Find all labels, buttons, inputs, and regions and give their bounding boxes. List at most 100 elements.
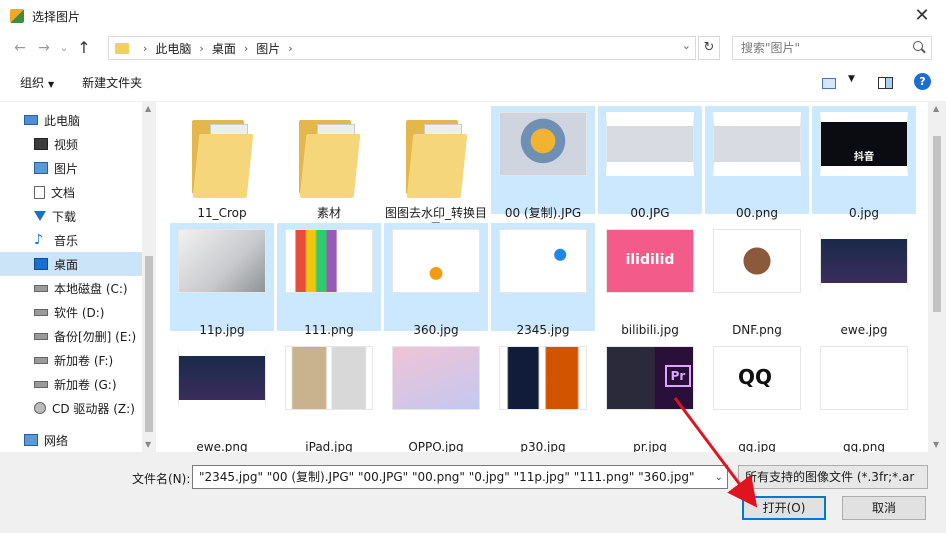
view-dropdown-icon[interactable]: ▼ <box>848 74 855 84</box>
search-icon[interactable] <box>913 41 923 51</box>
sidebar-item[interactable]: 文档 <box>0 180 142 204</box>
drive-icon <box>34 356 48 364</box>
file-name-label: 11p.jpg <box>199 323 245 337</box>
sidebar-item[interactable]: 视频 <box>0 132 142 156</box>
sidebar-item[interactable]: 新加卷 (G:) <box>0 372 142 396</box>
file-item[interactable]: 00.png <box>705 106 809 220</box>
breadcrumb-desktop[interactable]: 桌面 <box>212 40 236 57</box>
file-name-label: iPad.jpg <box>305 440 353 452</box>
file-item[interactable]: 111.png <box>277 223 381 337</box>
folder-item[interactable]: 素材 <box>277 106 381 220</box>
caret-down-icon: ▼ <box>48 80 55 89</box>
close-button[interactable]: ✕ <box>908 4 936 28</box>
file-item[interactable]: ewe.png <box>170 340 274 452</box>
file-name-label: 00 (复制).JPG <box>504 206 582 220</box>
sidebar-item[interactable]: 备份[勿删] (E:) <box>0 324 142 348</box>
filename-input[interactable]: "2345.jpg" "00 (复制).JPG" "00.JPG" "00.pn… <box>192 465 728 489</box>
folder-item[interactable]: 11_Crop <box>170 106 274 220</box>
address-bar[interactable]: › 此电脑 › 桌面 › 图片 › ⌄ <box>108 36 696 60</box>
file-item[interactable]: 11p.jpg <box>170 223 274 337</box>
image-thumbnail <box>499 229 587 293</box>
organize-menu[interactable]: 组织 ▼ <box>20 74 54 91</box>
sidebar-item[interactable]: CD 驱动器 (Z:) <box>0 396 142 420</box>
address-dropdown-icon[interactable]: ⌄ <box>682 39 691 52</box>
open-button[interactable]: 打开(O) <box>742 496 826 520</box>
search-input[interactable]: 搜索"图片" <box>732 36 932 60</box>
sidebar-item[interactable]: 下载 <box>0 204 142 228</box>
file-item[interactable]: Pr pr.jpg <box>598 340 702 452</box>
dialog-footer: 文件名(N): "2345.jpg" "00 (复制).JPG" "00.JPG… <box>0 452 946 533</box>
image-thumbnail: 抖音 <box>820 112 908 176</box>
desktop-icon <box>34 258 48 270</box>
search-placeholder: 搜索"图片" <box>741 41 801 55</box>
preview-pane-icon[interactable] <box>878 77 893 89</box>
file-name-label: ewe.png <box>196 440 248 452</box>
filetype-select[interactable]: 所有支持的图像文件 (*.3fr;*.ar <box>738 465 928 489</box>
file-item[interactable]: 抖音 0.jpg <box>812 106 916 220</box>
file-item[interactable]: QQ qq.jpg <box>705 340 809 452</box>
file-item[interactable]: qq.png <box>812 340 916 452</box>
image-thumbnail <box>606 112 694 176</box>
sidebar-item[interactable]: 此电脑 <box>0 108 142 132</box>
refresh-button[interactable]: ↻ <box>698 36 720 60</box>
sidebar-item-label: 桌面 <box>54 257 79 272</box>
drive-icon <box>34 380 48 388</box>
sidebar-item-label: 视频 <box>54 137 79 152</box>
sidebar-item[interactable]: 新加卷 (F:) <box>0 348 142 372</box>
image-thumbnail <box>713 229 801 293</box>
file-name-label: OPPO.jpg <box>408 440 464 452</box>
file-item[interactable]: ewe.jpg <box>812 223 916 337</box>
breadcrumb-separator: › <box>143 41 148 55</box>
up-button[interactable]: ↑ <box>72 36 96 60</box>
scrollbar-thumb[interactable] <box>145 256 153 432</box>
file-name-label: 2345.jpg <box>516 323 570 337</box>
navigation-pane: 此电脑视频图片文档 下载 ♪ 音乐桌面本地磁盘 (C:) 软件 (D:) 备份[勿删] (… <box>0 102 156 452</box>
sidebar-item[interactable]: 桌面 <box>0 252 142 276</box>
filename-dropdown-icon[interactable]: ⌄ <box>715 467 723 488</box>
breadcrumb-pictures[interactable]: 图片 <box>256 40 280 57</box>
file-item[interactable]: 360.jpg <box>384 223 488 337</box>
help-icon[interactable]: ? <box>914 73 931 90</box>
scroll-down-icon[interactable]: ▼ <box>933 440 939 449</box>
file-name-label: 360.jpg <box>413 323 459 337</box>
file-item[interactable]: p30.jpg <box>491 340 595 452</box>
forward-button[interactable]: → <box>32 36 56 60</box>
breadcrumb-separator: › <box>243 41 249 55</box>
sidebar-item-label: 网络 <box>44 433 69 448</box>
view-options-icon[interactable] <box>822 78 836 89</box>
recent-locations-dropdown[interactable]: ⌄ <box>56 36 72 60</box>
breadcrumb-separator: › <box>288 41 293 55</box>
folder-item[interactable]: 图图去水印_转换目录 <box>384 106 488 235</box>
file-item[interactable]: OPPO.jpg <box>384 340 488 452</box>
filename-value: "2345.jpg" "00 (复制).JPG" "00.JPG" "00.pn… <box>199 470 695 484</box>
file-name-label: 00.png <box>736 206 778 220</box>
scroll-up-icon[interactable]: ▲ <box>933 104 939 113</box>
breadcrumb-this-pc[interactable]: 此电脑 <box>155 40 191 57</box>
file-item[interactable]: 00 (复制).JPG <box>491 106 595 220</box>
file-item[interactable]: DNF.png <box>705 223 809 337</box>
thumbnail-text: ilidilid <box>625 252 675 268</box>
sidebar-item[interactable]: ♪ 音乐 <box>0 228 142 252</box>
scrollbar-thumb[interactable] <box>933 136 941 312</box>
scroll-up-icon[interactable]: ▲ <box>145 104 151 113</box>
sidebar-item-label: 音乐 <box>54 233 79 248</box>
navigation-pane-scrollbar[interactable]: ▲ ▼ <box>142 102 156 452</box>
file-list-scrollbar[interactable]: ▲ ▼ <box>928 102 946 452</box>
file-item[interactable]: ilidilid bilibili.jpg <box>598 223 702 337</box>
sidebar-item[interactable]: 图片 <box>0 156 142 180</box>
scroll-down-icon[interactable]: ▼ <box>145 440 151 449</box>
cancel-button[interactable]: 取消 <box>842 496 926 520</box>
sidebar-item[interactable]: 网络 <box>0 428 142 452</box>
new-folder-button[interactable]: 新建文件夹 <box>82 74 142 91</box>
image-thumbnail <box>499 112 587 176</box>
file-item[interactable]: 2345.jpg <box>491 223 595 337</box>
sidebar-item[interactable]: 本地磁盘 (C:) <box>0 276 142 300</box>
document-icon <box>34 185 45 199</box>
sidebar-item-label: 本地磁盘 (C:) <box>54 281 128 296</box>
sidebar-item-label: 图片 <box>54 161 79 176</box>
file-item[interactable]: iPad.jpg <box>277 340 381 452</box>
sidebar-item[interactable]: 软件 (D:) <box>0 300 142 324</box>
back-button[interactable]: ← <box>8 36 32 60</box>
picture-icon <box>34 162 48 174</box>
file-item[interactable]: 00.JPG <box>598 106 702 220</box>
